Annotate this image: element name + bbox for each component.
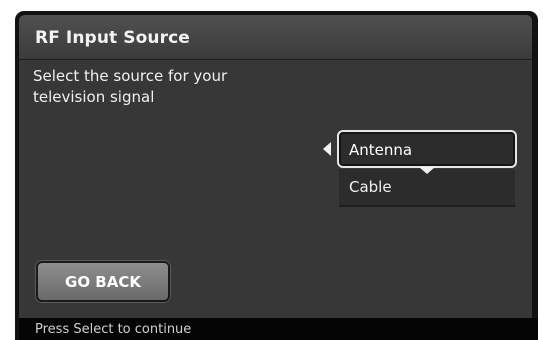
go-back-label: GO BACK bbox=[65, 273, 141, 291]
down-arrow-icon[interactable] bbox=[419, 167, 435, 174]
option-antenna-label: Antenna bbox=[349, 141, 413, 159]
go-back-button[interactable]: GO BACK bbox=[36, 261, 170, 302]
option-cable-label: Cable bbox=[349, 178, 392, 196]
title-bar: RF Input Source bbox=[19, 15, 532, 60]
left-arrow-icon[interactable] bbox=[323, 142, 331, 156]
option-cable[interactable]: Cable bbox=[339, 169, 515, 207]
dialog-content: Select the source for your television si… bbox=[19, 60, 532, 318]
dialog-title: RF Input Source bbox=[35, 28, 190, 48]
option-antenna[interactable]: Antenna bbox=[337, 130, 517, 168]
dialog-frame: RF Input Source Select the source for yo… bbox=[15, 11, 538, 340]
status-bar: Press Select to continue bbox=[19, 318, 538, 340]
instruction-text: Select the source for your television si… bbox=[33, 67, 228, 106]
status-text: Press Select to continue bbox=[35, 322, 192, 337]
